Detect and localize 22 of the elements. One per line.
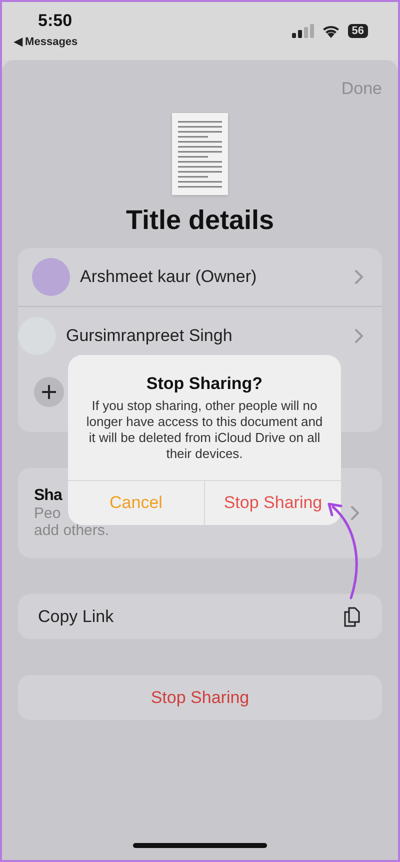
participant-name: Gursimranpreet Singh bbox=[66, 326, 234, 346]
share-options-title: Sha bbox=[34, 487, 64, 505]
alert-message: If you stop sharing, other people will no longer have access to this document and it will be deleted from iCloud Drive on all their devices. bbox=[85, 397, 324, 462]
share-options-text: Peo bbox=[34, 505, 62, 522]
share-options-text: add others. bbox=[34, 522, 110, 539]
avatar-icon bbox=[32, 258, 70, 296]
participant-row[interactable]: Arshmeet kaur (Owner) bbox=[18, 248, 382, 306]
participant-name: Arshmeet kaur (Owner) bbox=[80, 267, 258, 287]
wifi-icon bbox=[322, 24, 340, 38]
chevron-icon bbox=[354, 328, 364, 344]
copy-link-label: Copy Link bbox=[38, 606, 114, 626]
copy-link-row[interactable]: Copy Link bbox=[18, 594, 382, 639]
chevron-icon bbox=[350, 505, 360, 521]
chevron-icon bbox=[354, 269, 364, 285]
add-person-icon bbox=[34, 377, 64, 407]
signal-icon bbox=[292, 24, 314, 38]
battery-indicator: 56 bbox=[348, 24, 368, 38]
copy-icon bbox=[344, 606, 360, 626]
status-time: 5:50 bbox=[38, 11, 72, 31]
alert-title: Stop Sharing? bbox=[146, 374, 263, 394]
sheet-title: Title details bbox=[124, 205, 276, 236]
back-link[interactable]: ◀ Messages bbox=[14, 35, 78, 48]
